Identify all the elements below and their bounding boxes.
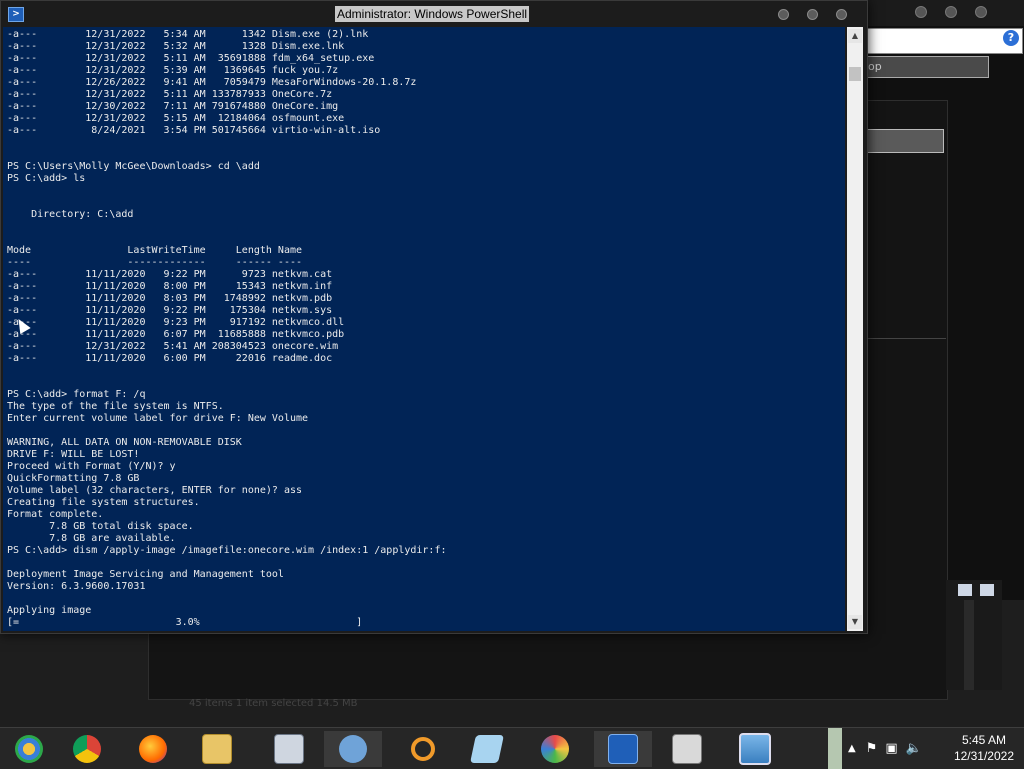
start-button[interactable] [0,731,58,767]
taskbar-paint[interactable] [526,731,584,767]
minimize-button[interactable] [915,6,927,18]
picture-viewer-icon [739,733,771,765]
firefox-icon [139,735,167,763]
clock-time: 5:45 AM [961,733,1006,747]
details-view-icon[interactable] [958,584,972,596]
taskbar-firefox[interactable] [124,731,182,767]
vertical-scrollbar[interactable]: ▲ ▼ [847,27,863,631]
paint-icon [541,735,569,763]
taskbar-clock[interactable]: 5:45 AM 12/31/2022 [954,732,1014,764]
taskbar-powershell[interactable] [594,731,652,767]
flag-icon[interactable]: ⚑ [866,741,878,756]
console-output[interactable]: -a--- 12/31/2022 5:34 AM 1342 Dism.exe (… [3,27,845,631]
start-icon [15,735,43,763]
scroll-up-icon[interactable]: ▲ [848,29,862,43]
console-text: -a--- 12/31/2022 5:34 AM 1342 Dism.exe (… [7,29,447,628]
address-bar[interactable] [867,28,1023,54]
users-icon [339,735,367,763]
keyboard-icon [274,734,304,764]
taskbar-users[interactable] [324,731,382,767]
maximize-button[interactable] [945,6,957,18]
taskbar: ▲ ⚑ ▣ 🔈 5:45 AM 12/31/2022 [0,727,1024,769]
help-icon[interactable]: ? [1003,30,1019,46]
maximize-button[interactable] [807,9,818,20]
chevron-up-icon[interactable]: ▲ [848,743,856,754]
taskbar-file-explorer[interactable] [188,731,246,767]
close-button[interactable] [836,9,847,20]
scroll-thumb[interactable] [849,67,861,81]
scroll-down-icon[interactable]: ▼ [848,615,862,629]
system-tray: ▲ ⚑ ▣ 🔈 [848,728,922,769]
taskbar-keyboard[interactable] [260,731,318,767]
taskbar-archive[interactable] [658,731,716,767]
preview-icon[interactable] [980,584,994,596]
powershell-icon [608,734,638,764]
search-input[interactable]: op [867,56,989,78]
powershell-window: > Administrator: Windows PowerShell -a--… [0,0,868,634]
volume-icon[interactable]: 🔈 [906,741,922,756]
powershell-icon[interactable]: > [8,7,24,22]
taskbar-notepad[interactable] [458,731,516,767]
archive-icon [672,734,702,764]
minimize-button[interactable] [778,9,789,20]
search-input[interactable] [864,129,944,153]
divider [864,338,946,339]
search-icon [411,737,435,761]
background-window-panel [946,580,1002,690]
close-button[interactable] [975,6,987,18]
status-bar: 45 items 1 item selected 14.5 MB [189,698,358,709]
taskbar-search[interactable] [394,731,452,767]
clock-date: 12/31/2022 [953,749,1014,763]
window-titlebar[interactable]: > Administrator: Windows PowerShell [1,1,867,27]
file-explorer-icon [202,734,232,764]
background-titlebar [863,0,1024,26]
notepad-icon [470,735,504,763]
chrome-icon [73,735,101,763]
taskbar-chrome[interactable] [58,731,116,767]
scrollbar[interactable] [964,600,974,690]
network-icon[interactable]: ▣ [885,741,897,756]
show-desktop-button[interactable] [828,728,842,769]
taskbar-picture-viewer[interactable] [726,731,784,767]
window-title: Administrator: Windows PowerShell [335,6,530,22]
